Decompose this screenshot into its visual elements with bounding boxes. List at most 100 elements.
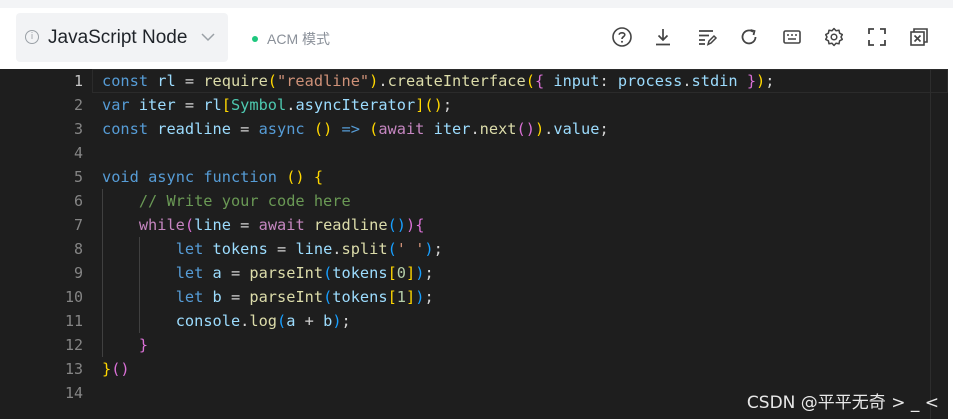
code-token: log <box>249 312 278 330</box>
code-token: iter <box>433 120 471 138</box>
code-line[interactable]: void async function () { <box>102 165 323 189</box>
code-token: () <box>516 120 535 138</box>
code-token: ' ' <box>396 240 425 258</box>
code-token: ( <box>387 240 397 258</box>
info-icon: i <box>25 30 39 44</box>
settings-button[interactable] <box>822 25 846 49</box>
line-number: 8 <box>73 240 83 258</box>
code-token: 1 <box>396 288 406 306</box>
help-circle-icon <box>612 27 632 47</box>
code-line[interactable]: var iter = rl[Symbol.asyncIterator](); <box>102 93 452 117</box>
code-token: { <box>534 72 545 90</box>
code-token: a <box>212 264 222 282</box>
code-token: { <box>313 168 324 186</box>
line-number: 6 <box>73 192 83 210</box>
fullscreen-icon <box>868 28 886 46</box>
code-token: const <box>102 120 158 138</box>
code-token: tokens <box>212 240 268 258</box>
code-token: ] <box>406 288 416 306</box>
code-token: // Write your code here <box>138 192 351 210</box>
code-line[interactable]: const rl = require("readline").createInt… <box>102 69 774 93</box>
code-token: = <box>221 264 250 282</box>
code-editor[interactable]: 1 2 3 4 5 6 7 8 9 10 11 12 13 14 const rl = require("… <box>0 69 948 419</box>
fullscreen-button[interactable] <box>865 25 889 49</box>
code-token: rl <box>203 96 222 114</box>
code-token: console <box>175 312 241 330</box>
reset-icon <box>741 29 757 45</box>
close-panel-icon <box>910 28 928 46</box>
code-token: ; <box>341 312 351 330</box>
watermark: CSDN @平平无奇 > _ < <box>746 393 939 413</box>
code-token: ) <box>424 240 434 258</box>
code-token: ) <box>369 72 379 90</box>
code-line[interactable]: }() <box>102 357 130 381</box>
code-token: rl <box>157 72 176 90</box>
close-panel-button[interactable] <box>907 25 931 49</box>
code-token: b <box>212 288 222 306</box>
language-select[interactable]: i JavaScript Node <box>16 13 228 62</box>
download-button[interactable] <box>651 25 675 49</box>
chevron-down-icon <box>201 33 215 42</box>
code-token: void <box>102 168 149 186</box>
code-token: ) <box>405 216 416 234</box>
code-token: . <box>332 240 342 258</box>
code-token: => <box>332 120 370 138</box>
code-token: ( <box>369 120 379 138</box>
code-token: + <box>295 312 324 330</box>
indent-guide <box>138 237 140 333</box>
code-token: . <box>544 120 554 138</box>
code-token: () <box>387 216 406 234</box>
code-token: ; <box>599 120 609 138</box>
code-token: ) <box>332 312 342 330</box>
code-line[interactable]: while(line = await readline()){ <box>102 213 425 237</box>
line-number-gutter: 1 2 3 4 5 6 7 8 9 10 11 12 13 14 <box>0 69 92 419</box>
code-token: input <box>553 72 600 90</box>
code-token: ( <box>525 72 535 90</box>
code-token: let <box>175 288 213 306</box>
code-line[interactable]: // Write your code here <box>102 189 351 213</box>
code-token: = <box>230 120 259 138</box>
reset-button[interactable] <box>737 25 761 49</box>
code-token: function <box>203 168 287 186</box>
code-token: tokens <box>332 264 388 282</box>
code-token: { <box>415 216 425 234</box>
code-token: = <box>175 96 204 114</box>
code-token: [ <box>387 288 397 306</box>
code-token: = <box>221 288 250 306</box>
code-token: [ <box>387 264 397 282</box>
code-token: await <box>378 120 434 138</box>
code-line[interactable]: const readline = async () => (await iter… <box>102 117 609 141</box>
indent-guide <box>102 189 103 357</box>
code-token: ( <box>424 96 434 114</box>
code-token: asyncIterator <box>295 96 416 114</box>
code-token: ; <box>433 240 443 258</box>
code-token: require <box>203 72 268 90</box>
line-number: 12 <box>64 336 83 354</box>
code-token: () <box>111 360 130 378</box>
code-token: ( <box>184 216 195 234</box>
code-token: ; <box>765 72 775 90</box>
code-line[interactable]: } <box>102 333 148 357</box>
code-token: Symbol <box>230 96 287 114</box>
editor-scrollbar[interactable] <box>930 69 948 419</box>
keyboard-shortcuts-button[interactable] <box>780 25 804 49</box>
acm-mode-indicator[interactable]: ACM 模式 <box>252 29 330 49</box>
code-token: line <box>194 216 231 234</box>
code-token: const <box>102 72 158 90</box>
help-button[interactable] <box>610 25 634 49</box>
code-token: . <box>240 312 250 330</box>
code-line[interactable]: let b = parseInt(tokens[1]); <box>102 285 434 309</box>
code-token: let <box>175 264 213 282</box>
code-token: next <box>479 120 517 138</box>
code-token: = <box>175 72 204 90</box>
code-line[interactable]: let a = parseInt(tokens[0]); <box>102 261 434 285</box>
line-number: 11 <box>64 312 83 330</box>
format-code-button[interactable] <box>695 25 719 49</box>
code-token: let <box>175 240 213 258</box>
code-token: await <box>258 216 314 234</box>
code-token: parseInt <box>249 264 324 282</box>
code-line[interactable]: let tokens = line.split(' '); <box>102 237 443 261</box>
code-token: while <box>138 216 185 234</box>
